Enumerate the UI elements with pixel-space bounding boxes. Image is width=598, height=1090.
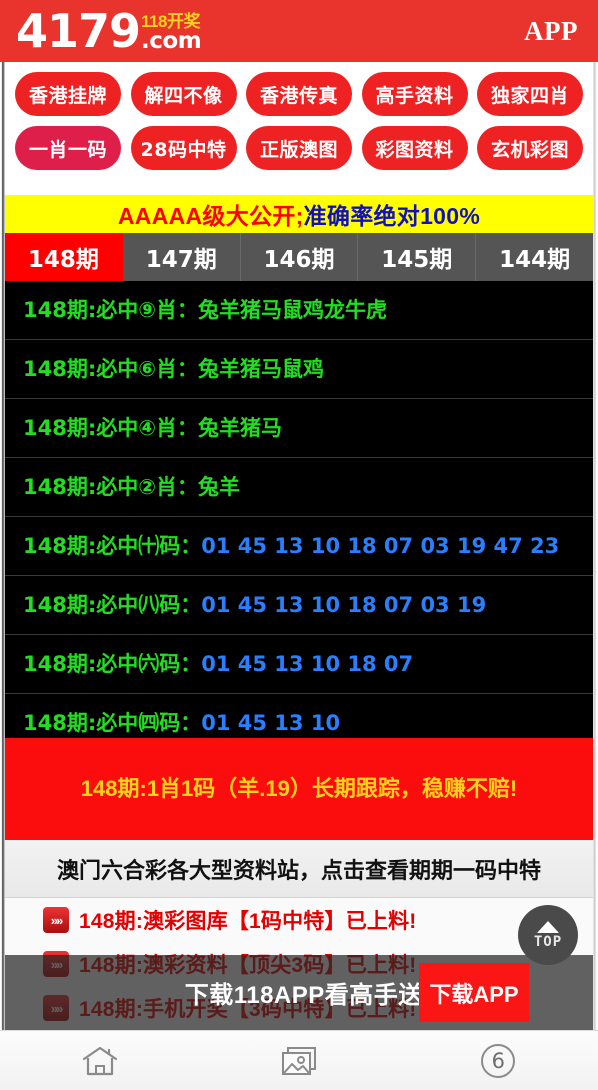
prediction-label: 148期:必中㈩码： <box>23 534 202 558</box>
bottom-nav-home[interactable] <box>0 1031 199 1090</box>
promo-banner: AAAAA级大公开; 准确率绝对100% <box>5 195 593 233</box>
list-item[interactable]: »» 148期:澳彩图库【1码中特】已上料! <box>5 898 593 942</box>
tab-period-145[interactable]: 145期 <box>358 233 477 281</box>
prediction-value: 兔羊猪马 <box>198 416 283 440</box>
nav-hk-guapai[interactable]: 香港挂牌 <box>15 72 121 116</box>
page-gutter-right <box>593 62 598 1030</box>
prediction-value: 兔羊 <box>198 475 241 499</box>
logo-text-group: 118开奖 .com <box>141 13 202 54</box>
nav-zhengban-aotu[interactable]: 正版澳图 <box>246 126 352 170</box>
nav-dujia-sixiao[interactable]: 独家四肖 <box>477 72 583 116</box>
prediction-list: 148期:必中⑨肖：兔羊猪马鼠鸡龙牛虎 148期:必中⑥肖：兔羊猪马鼠鸡 148… <box>5 281 593 753</box>
nav-row-2: 一肖一码 28码中特 正版澳图 彩图资料 玄机彩图 <box>5 126 593 170</box>
nav-gaoshou-ziliao[interactable]: 高手资料 <box>361 72 468 116</box>
tab-period-144[interactable]: 144期 <box>476 233 593 281</box>
prediction-row[interactable]: 148期:必中⑥肖：兔羊猪马鼠鸡 <box>5 340 593 399</box>
nav-hk-chuanzhen[interactable]: 香港传真 <box>246 72 352 116</box>
prediction-value: 兔羊猪马鼠鸡 <box>198 357 325 381</box>
nav-jie-sibuxiang[interactable]: 解四不像 <box>130 72 237 116</box>
site-header: 4179 118开奖 .com APP <box>0 0 598 62</box>
bottom-nav-gallery[interactable] <box>199 1031 398 1090</box>
tab-period-147[interactable]: 147期 <box>123 233 241 281</box>
prediction-row[interactable]: 148期:必中②肖：兔羊 <box>5 458 593 517</box>
prediction-label: 148期:必中㈧码： <box>23 593 202 617</box>
period-tab-bar: 148期 147期 146期 145期 144期 <box>5 233 593 281</box>
nav-caitu-ziliao[interactable]: 彩图资料 <box>361 126 468 170</box>
nav-28ma-zhongte[interactable]: 28码中特 <box>130 126 237 170</box>
bottom-tab-bar: 6 <box>0 1030 598 1090</box>
list-item-label: 148期:澳彩图库【1码中特】已上料! <box>79 910 417 933</box>
download-app-button[interactable]: 下载APP <box>419 963 529 1022</box>
nav-pill-zone: 香港挂牌 解四不像 香港传真 高手资料 独家四肖 一肖一码 28码中特 正版澳图… <box>5 62 593 190</box>
featured-promo-block[interactable]: 148期:1肖1码（羊.19）长期跟踪，稳赚不赔! <box>5 738 593 840</box>
nav-yixiao-yima[interactable]: 一肖一码 <box>15 126 121 170</box>
prediction-label: 148期:必中②肖： <box>23 475 199 499</box>
tab-period-148[interactable]: 148期 <box>5 233 123 281</box>
prediction-label: 148期:必中⑥肖： <box>23 357 199 381</box>
header-app-link[interactable]: APP <box>524 16 582 47</box>
scroll-to-top-label: TOP <box>533 933 563 950</box>
prediction-value: 01 45 13 10 18 07 <box>201 652 414 676</box>
bottom-nav-count[interactable]: 6 <box>399 1031 598 1090</box>
double-chevron-right-icon: »» <box>43 907 69 933</box>
prediction-value: 兔羊猪马鼠鸡龙牛虎 <box>198 298 388 322</box>
logo-number: 4179 <box>16 4 141 58</box>
logo-domain: .com <box>141 28 202 54</box>
prediction-row[interactable]: 148期:必中㈧码：01 45 13 10 18 07 03 19 <box>5 576 593 635</box>
count-badge-icon: 6 <box>481 1043 516 1078</box>
site-logo[interactable]: 4179 118开奖 .com <box>16 4 202 58</box>
gallery-icon <box>279 1044 319 1078</box>
prediction-row[interactable]: 148期:必中④肖：兔羊猪马 <box>5 399 593 458</box>
tab-period-146[interactable]: 146期 <box>241 233 359 281</box>
promo-banner-red-text: AAAAA级大公开; <box>117 203 304 229</box>
arrow-up-icon <box>537 920 559 933</box>
nav-xuanji-caitu[interactable]: 玄机彩图 <box>477 126 583 170</box>
home-icon <box>80 1043 120 1079</box>
page-root: 4179 118开奖 .com APP 香港挂牌 解四不像 香港传真 高手资料 … <box>0 0 598 1090</box>
app-download-overlay: 下载118APP看高手送特 下载APP <box>5 955 593 1030</box>
prediction-row[interactable]: 148期:必中⑨肖：兔羊猪马鼠鸡龙牛虎 <box>5 281 593 340</box>
prediction-label: 148期:必中④肖： <box>23 416 199 440</box>
section-subheading[interactable]: 澳门六合彩各大型资料站，点击查看期期一码中特 <box>5 840 593 898</box>
prediction-label: 148期:必中㈥码： <box>23 652 202 676</box>
nav-row-1: 香港挂牌 解四不像 香港传真 高手资料 独家四肖 <box>5 72 593 116</box>
prediction-label: 148期:必中㈣码： <box>23 711 202 735</box>
promo-banner-blue-text: 准确率绝对100% <box>303 203 481 229</box>
prediction-value: 01 45 13 10 18 07 03 19 <box>201 593 487 617</box>
scroll-to-top-button[interactable]: TOP <box>518 905 578 965</box>
prediction-row[interactable]: 148期:必中㈥码：01 45 13 10 18 07 <box>5 635 593 694</box>
prediction-label: 148期:必中⑨肖： <box>23 298 199 322</box>
prediction-value: 01 45 13 10 <box>201 711 341 735</box>
prediction-value: 01 45 13 10 18 07 03 19 47 23 <box>201 534 560 558</box>
prediction-row[interactable]: 148期:必中㈩码：01 45 13 10 18 07 03 19 47 23 <box>5 517 593 576</box>
